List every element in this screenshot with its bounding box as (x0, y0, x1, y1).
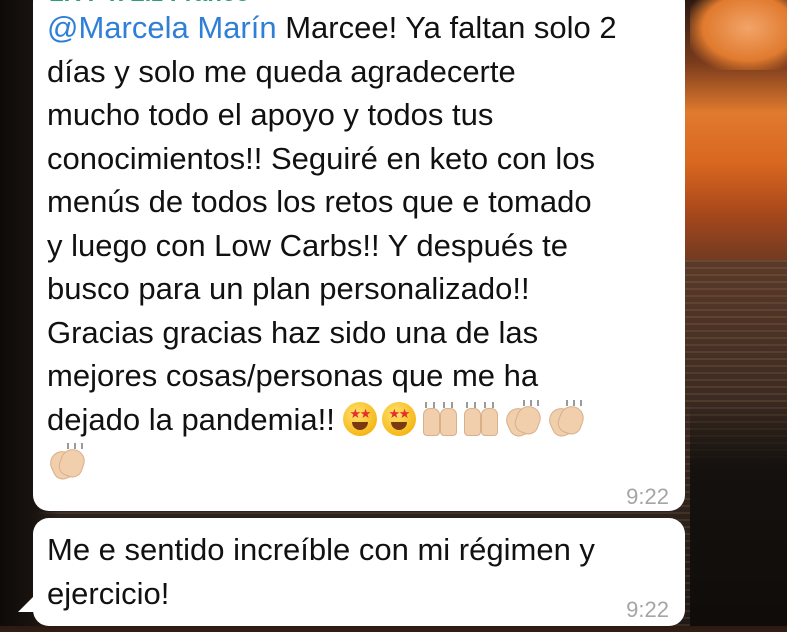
message-bubble[interactable]: LR P x Liz Franco @Marcela Marín Marcee!… (33, 0, 685, 511)
message-line: ejercicio! (47, 575, 170, 611)
message-line: Gracias gracias haz sido una de las (47, 314, 539, 350)
message-text: @Marcela Marín Marcee! Ya faltan solo 2 … (46, 6, 672, 485)
message-bubble[interactable]: Me e sentido increíble con mi régimen y … (33, 518, 685, 626)
message-line: mucho todo el apoyo y todos tus (47, 97, 494, 132)
message-line: días y solo me queda agradecerte (47, 53, 516, 89)
clapping-hands-emoji (46, 443, 89, 483)
message-timestamp: 9:22 (626, 597, 669, 622)
clapping-hands-emoji (502, 399, 545, 440)
message-line (46, 441, 672, 485)
wallpaper-pier-silhouette (690, 400, 787, 626)
star-struck-emoji (382, 401, 417, 436)
raising-hands-emoji (421, 401, 458, 436)
clapping-hands-emoji (545, 399, 588, 440)
mention-link[interactable]: @Marcela Marín (47, 10, 277, 45)
message-line: Me e sentido increíble con mi régimen y (47, 532, 595, 567)
message-line: busco para un plan personalizado!! (47, 271, 530, 306)
star-struck-emoji (343, 401, 378, 436)
message-line: conocimientos!! Seguiré en keto con los (47, 140, 595, 176)
message-text: Me e sentido increíble con mi régimen y … (47, 528, 672, 615)
message-line: y luego con Low Carbs!! Y después te (47, 227, 569, 263)
raising-hands-emoji (462, 401, 499, 436)
message-line: dejado la pandemia!! (47, 398, 672, 442)
message-timestamp: 9:22 (626, 484, 669, 509)
message-line: mejores cosas/personas que me ha (47, 358, 539, 393)
message-line: menús de todos los retos que e tomado (47, 184, 592, 219)
wallpaper-sunset-sky (690, 0, 787, 70)
message-line: @Marcela Marín Marcee! Ya faltan solo 2 (47, 10, 617, 45)
